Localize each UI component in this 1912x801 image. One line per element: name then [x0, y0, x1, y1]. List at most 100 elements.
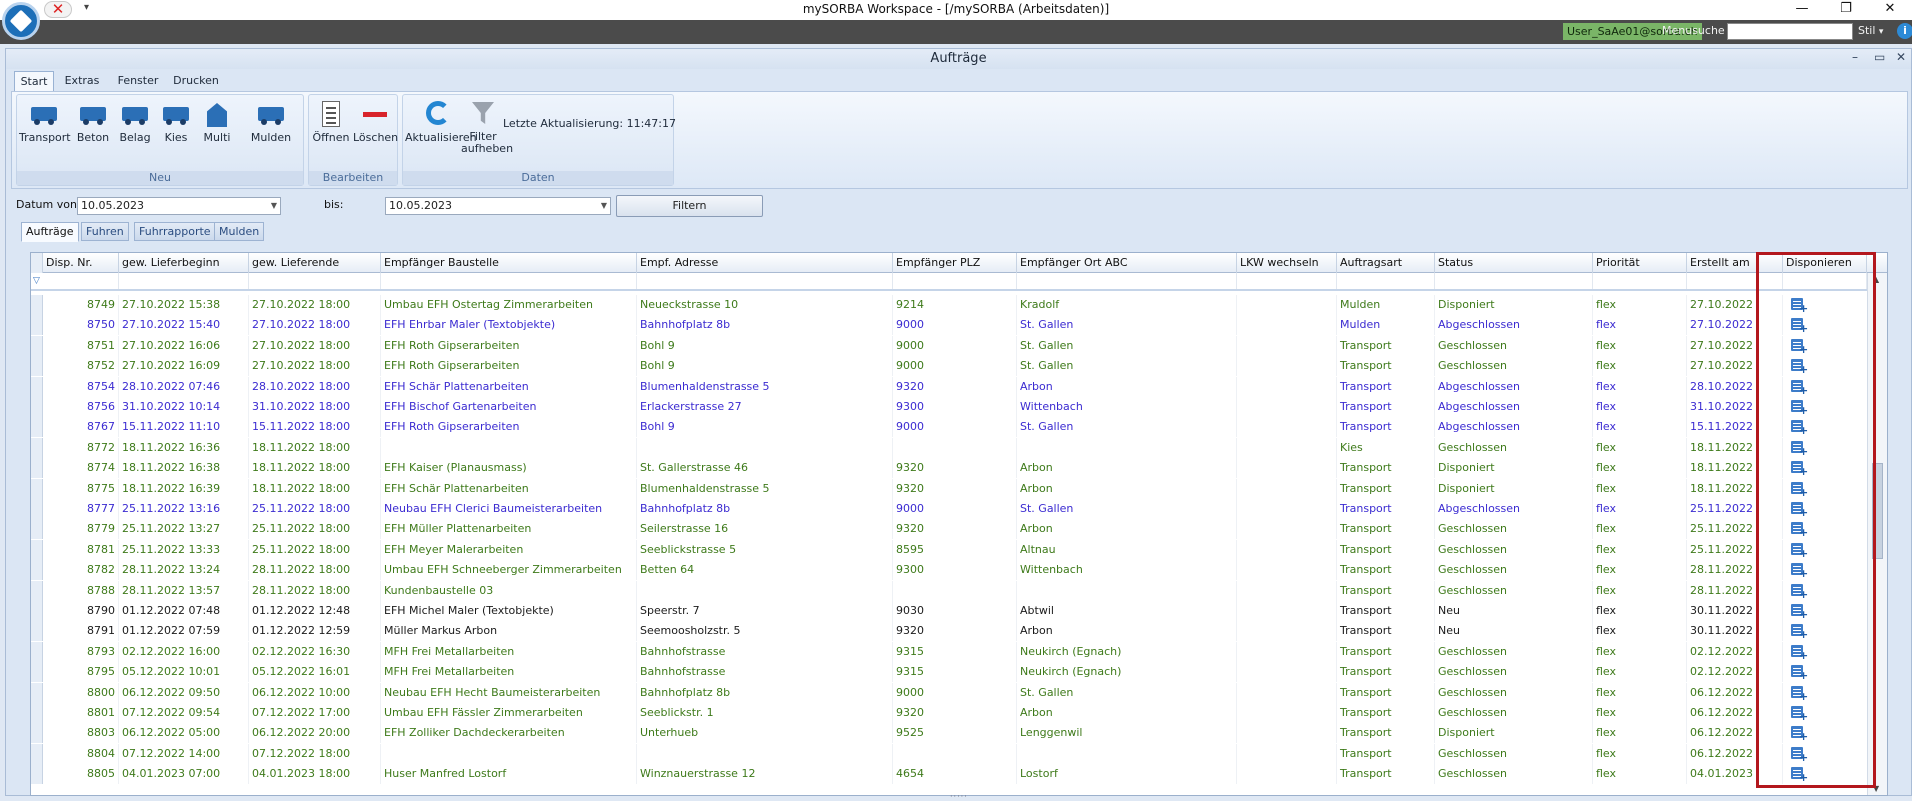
- disponieren-add-icon[interactable]: +: [1791, 419, 1808, 436]
- inner-maximize-button[interactable]: ▭: [1874, 50, 1885, 64]
- column-header-lieferbeginn[interactable]: gew. Lieferbeginn: [119, 253, 249, 273]
- disponieren-add-icon[interactable]: +: [1791, 583, 1808, 600]
- disponieren-add-icon[interactable]: +: [1791, 725, 1808, 742]
- disponieren-add-icon[interactable]: +: [1791, 460, 1808, 477]
- multi-button[interactable]: Multi: [197, 99, 237, 144]
- table-row[interactable]: 8803 06.12.2022 05:00 06.12.2022 20:00 EFH …: [31, 723, 1867, 744]
- row-selector[interactable]: [31, 437, 43, 458]
- table-row[interactable]: 8791 01.12.2022 07:59 01.12.2022 12:59 Müll…: [31, 621, 1867, 642]
- table-row[interactable]: 8790 01.12.2022 07:48 01.12.2022 12:48 EFH …: [31, 601, 1867, 621]
- row-selector[interactable]: [31, 356, 43, 377]
- table-row[interactable]: 8777 25.11.2022 13:16 25.11.2022 18:00 Neub…: [31, 499, 1867, 519]
- filter-cell-plz[interactable]: [893, 273, 1017, 289]
- filter-cell-auftragsart[interactable]: [1337, 273, 1435, 289]
- filter-cell-disp-nr[interactable]: [43, 273, 119, 289]
- column-header-prioritaet[interactable]: Priorität: [1593, 253, 1687, 273]
- row-selector[interactable]: [31, 397, 43, 417]
- beton-button[interactable]: Beton: [73, 99, 113, 144]
- row-selector[interactable]: [31, 335, 43, 356]
- mulden-button[interactable]: Mulden: [249, 99, 293, 144]
- loeschen-button[interactable]: Löschen: [353, 99, 398, 144]
- table-row[interactable]: 8804 07.12.2022 14:00 07.12.2022 18:00 Tran…: [31, 743, 1867, 764]
- column-header-status[interactable]: Status: [1435, 253, 1593, 273]
- column-header-lieferende[interactable]: gew. Lieferende: [249, 253, 381, 273]
- table-row[interactable]: 8793 02.12.2022 16:00 02.12.2022 16:30 MFH …: [31, 641, 1867, 662]
- ribbon-tab-drucken[interactable]: Drucken: [172, 71, 220, 91]
- scrollbar-thumb[interactable]: [1872, 463, 1883, 559]
- disponieren-add-icon[interactable]: +: [1791, 664, 1808, 681]
- scroll-up-arrow-icon[interactable]: ▲: [1873, 275, 1879, 284]
- transport-button[interactable]: Transport: [19, 99, 71, 144]
- filter-aufheben-button[interactable]: Filter aufheben: [461, 99, 513, 155]
- filter-cell-disponieren[interactable]: [1783, 273, 1867, 289]
- inner-minimize-button[interactable]: –: [1852, 50, 1858, 64]
- table-row[interactable]: 8752 27.10.2022 16:09 27.10.2022 18:00 EFH …: [31, 356, 1867, 377]
- disponieren-add-icon[interactable]: +: [1791, 501, 1808, 518]
- disponieren-add-icon[interactable]: +: [1791, 338, 1808, 355]
- scroll-down-arrow-icon[interactable]: ▼: [1873, 784, 1879, 793]
- filter-funnel-icon[interactable]: ▽: [33, 276, 40, 286]
- tab-fuhren[interactable]: Fuhren: [81, 222, 129, 241]
- close-document-button[interactable]: ✕: [44, 1, 72, 18]
- resize-grip[interactable]: ·····: [950, 792, 968, 801]
- table-row[interactable]: 8781 25.11.2022 13:33 25.11.2022 18:00 EFH …: [31, 539, 1867, 560]
- disponieren-add-icon[interactable]: +: [1791, 685, 1808, 702]
- row-selector[interactable]: [31, 641, 43, 662]
- stil-menu[interactable]: Stil ▾: [1858, 24, 1883, 37]
- column-header-disponieren[interactable]: Disponieren: [1783, 253, 1867, 273]
- disponieren-add-icon[interactable]: +: [1791, 521, 1808, 538]
- column-header-lkw-wechseln[interactable]: LKW wechseln: [1237, 253, 1337, 273]
- row-selector[interactable]: [31, 723, 43, 744]
- row-selector[interactable]: [31, 499, 43, 519]
- datum-von-input[interactable]: 10.05.2023 ▼: [77, 197, 281, 215]
- table-row[interactable]: 8754 28.10.2022 07:46 28.10.2022 18:00 EFH …: [31, 376, 1867, 397]
- filter-cell-erstellt-am[interactable]: [1687, 273, 1783, 289]
- table-row[interactable]: 8805 04.01.2023 07:00 04.01.2023 18:00 Huse…: [31, 764, 1867, 785]
- table-row[interactable]: 8749 27.10.2022 15:38 27.10.2022 18:00 Umba…: [31, 295, 1867, 315]
- ribbon-tab-start[interactable]: Start: [14, 71, 54, 91]
- table-row[interactable]: 8795 05.12.2022 10:01 05.12.2022 16:01 MFH …: [31, 662, 1867, 683]
- disponieren-add-icon[interactable]: +: [1791, 297, 1808, 314]
- disponieren-add-icon[interactable]: +: [1791, 440, 1808, 457]
- disponieren-add-icon[interactable]: +: [1791, 358, 1808, 375]
- ribbon-tab-fenster[interactable]: Fenster: [114, 71, 162, 91]
- row-selector[interactable]: [31, 662, 43, 683]
- disponieren-add-icon[interactable]: +: [1791, 644, 1808, 661]
- filter-cell-lieferbeginn[interactable]: [119, 273, 249, 289]
- table-row[interactable]: 8775 18.11.2022 16:39 18.11.2022 18:00 EFH …: [31, 478, 1867, 499]
- row-selector[interactable]: [31, 560, 43, 581]
- row-selector[interactable]: [31, 621, 43, 642]
- filter-cell-status[interactable]: [1435, 273, 1593, 289]
- filter-cell-lkw-wechseln[interactable]: [1237, 273, 1337, 289]
- table-row[interactable]: 8756 31.10.2022 10:14 31.10.2022 18:00 EFH …: [31, 397, 1867, 417]
- table-row[interactable]: 8767 15.11.2022 11:10 15.11.2022 18:00 EFH …: [31, 417, 1867, 438]
- disponieren-add-icon[interactable]: +: [1791, 623, 1808, 640]
- oeffnen-button[interactable]: Öffnen: [311, 99, 351, 144]
- restore-button[interactable]: ❐: [1824, 0, 1868, 20]
- table-row[interactable]: 8774 18.11.2022 16:38 18.11.2022 18:00 EFH …: [31, 458, 1867, 479]
- row-selector[interactable]: [31, 601, 43, 621]
- disponieren-add-icon[interactable]: +: [1791, 562, 1808, 579]
- row-selector[interactable]: [31, 519, 43, 540]
- row-selector[interactable]: [31, 315, 43, 336]
- disponieren-add-icon[interactable]: +: [1791, 766, 1808, 783]
- row-selector[interactable]: [31, 743, 43, 764]
- table-row[interactable]: 8750 27.10.2022 15:40 27.10.2022 18:00 EFH …: [31, 315, 1867, 336]
- close-window-button[interactable]: ✕: [1868, 0, 1912, 20]
- column-header-auftragsart[interactable]: Auftragsart: [1337, 253, 1435, 273]
- info-icon[interactable]: i: [1897, 23, 1912, 39]
- row-selector[interactable]: [31, 478, 43, 499]
- row-selector[interactable]: [31, 539, 43, 560]
- column-header-adresse[interactable]: Empf. Adresse: [637, 253, 893, 273]
- vertical-scrollbar[interactable]: ▲ ▼: [1867, 273, 1887, 795]
- table-row[interactable]: 8801 07.12.2022 09:54 07.12.2022 17:00 Umba…: [31, 703, 1867, 723]
- filter-cell-lieferende[interactable]: [249, 273, 381, 289]
- row-selector[interactable]: [31, 682, 43, 703]
- row-selector[interactable]: [31, 703, 43, 723]
- table-row[interactable]: 8788 28.11.2022 13:57 28.11.2022 18:00 Kund…: [31, 580, 1867, 601]
- row-selector[interactable]: [31, 417, 43, 438]
- filter-cell-ort[interactable]: [1017, 273, 1237, 289]
- disponieren-add-icon[interactable]: +: [1791, 399, 1808, 416]
- column-header-ort[interactable]: Empfänger Ort ABC: [1017, 253, 1237, 273]
- column-header-disp-nr[interactable]: Disp. Nr.: [43, 253, 119, 273]
